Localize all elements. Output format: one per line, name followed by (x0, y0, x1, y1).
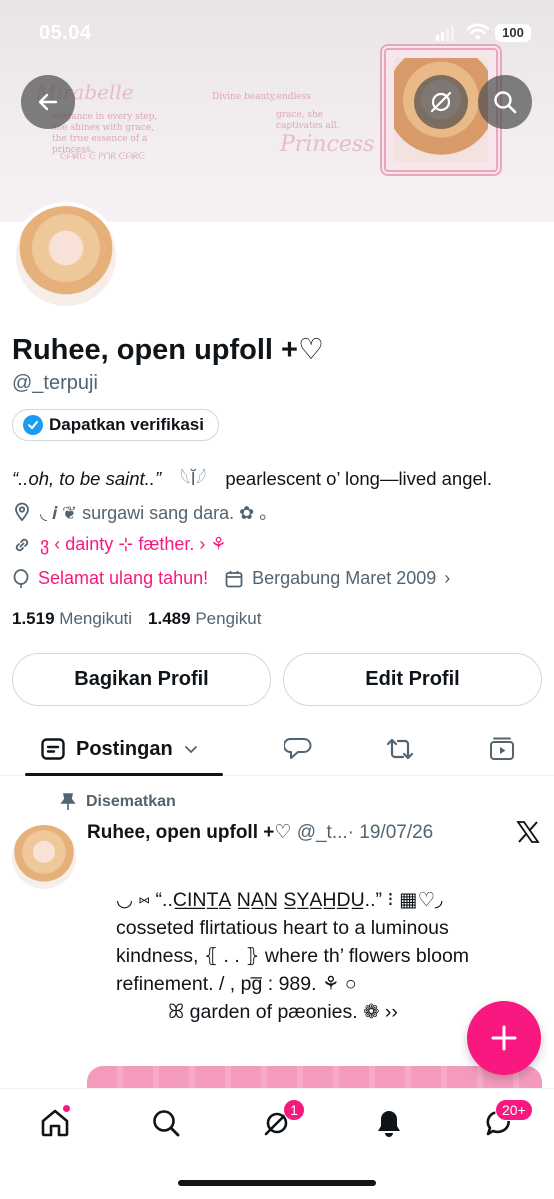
back-button[interactable] (21, 75, 75, 129)
reply-icon (284, 738, 312, 759)
bio-decoration-icon: 𓆩Ĭ𓆪 (180, 468, 207, 489)
profile-link[interactable]: ვ ‹ dainty ⊹ fæther. › ⚘ (12, 534, 227, 555)
follow-stats: 1.519 Mengikuti 1.489 Pengikut (12, 609, 262, 629)
banner-text: ᕮᗩᖇᕮ ᕮ ᑭᑎᖇ ᕮᗩᖇᕮ (60, 152, 145, 162)
joined-date: Bergabung Maret 2009 (252, 568, 437, 588)
battery-indicator: 100 (495, 24, 531, 42)
followers-link[interactable]: 1.489 Pengikut (148, 609, 261, 629)
compose-post-button[interactable] (467, 1001, 541, 1075)
repost-icon (386, 738, 414, 760)
nav-messages[interactable]: 20+ (479, 1099, 533, 1143)
profile-handle: @_terpuji (12, 372, 98, 394)
profile-tabs: Postingan (0, 722, 554, 776)
tab-reposts[interactable] (383, 732, 417, 766)
chevron-down-icon (184, 746, 197, 754)
post-author-name[interactable]: Ruhee, open upfoll +♡ (87, 822, 291, 843)
bell-icon (378, 1111, 400, 1137)
nav-home[interactable] (35, 1103, 75, 1143)
nav-search[interactable] (146, 1103, 186, 1143)
pinned-indicator: Disematkan (60, 793, 176, 811)
get-verified-button[interactable]: Dapatkan verifikasi (12, 409, 219, 441)
share-profile-button[interactable]: Bagikan Profil (12, 653, 271, 706)
profile-location: ◟ 𝒊 ❦ surgawi sang dara. ✿ 。 (12, 499, 277, 525)
messages-badge: 20+ (495, 1099, 533, 1121)
home-indicator (178, 1180, 376, 1186)
post-header: Ruhee, open upfoll +♡ @_t...· 19/07/26 (87, 821, 433, 844)
post-date: · 19/07/26 (347, 822, 434, 843)
banner-text: grace, she captivates all. (276, 110, 340, 131)
pinned-label: Disematkan (86, 793, 176, 810)
post-line: ◡ ⑅ “..C̲I̲N̲T̲A̲ N̲A̲N̲ S̲Y̲A̲H̲D̲U̲..”… (116, 889, 443, 911)
post-body: ◡ ⑅ “..C̲I̲N̲T̲A̲ N̲A̲N̲ S̲Y̲A̲H̲D̲U̲..”… (116, 886, 536, 1026)
link-icon (15, 538, 29, 551)
post-author-handle[interactable]: @_t... (297, 822, 348, 843)
status-bar: 05.04 100 (0, 0, 554, 64)
bio-quote: “..oh, to be saint..” (12, 468, 162, 489)
following-link[interactable]: 1.519 Mengikuti (12, 609, 132, 629)
profile-dates: Selamat ulang tahun! Bergabung Maret 200… (12, 568, 450, 589)
nav-grok[interactable]: 1 (257, 1099, 305, 1143)
status-time: 05.04 (39, 22, 92, 44)
tab-media[interactable] (485, 732, 519, 766)
search-button[interactable] (478, 75, 532, 129)
tab-posts[interactable]: Postingan (24, 722, 223, 776)
post-line: refinement. / , pg̅ : 989. ⚘ ○ (116, 973, 357, 995)
post-line: cosseted flirtatious heart to a luminous (116, 917, 449, 939)
search-icon (494, 91, 517, 114)
chevron-right-icon[interactable]: › (444, 568, 450, 589)
profile-name: Ruhee, open upfoll +♡ (12, 334, 324, 366)
posts-icon (41, 738, 65, 760)
nav-notifications[interactable] (369, 1103, 409, 1143)
balloon-icon (13, 568, 29, 588)
edit-profile-button[interactable]: Edit Profil (283, 653, 542, 706)
plus-icon (491, 1025, 517, 1051)
search-icon (153, 1110, 180, 1137)
birthday-text: Selamat ulang tahun! (38, 568, 209, 588)
location-pin-icon (15, 502, 29, 522)
get-verified-label: Dapatkan verifikasi (49, 415, 204, 434)
pin-icon (60, 793, 76, 810)
post-line: kindness, ⦃ . . ⦄ where th’ flowers bloo… (116, 945, 470, 967)
home-notification-dot (62, 1104, 71, 1113)
avatar-image (16, 206, 116, 306)
profile-avatar[interactable] (12, 202, 120, 310)
wifi-icon (466, 23, 490, 40)
active-tab-indicator (25, 773, 223, 776)
post-media-image[interactable] (87, 1066, 542, 1088)
bio-text: pearlescent o’ long—lived angel. (225, 468, 493, 489)
location-text: ◟ 𝒊 ❦ surgawi sang dara. ✿ 。 (40, 503, 278, 523)
verified-badge-icon (23, 415, 43, 435)
banner-text: Divine beauty,endless (212, 92, 311, 102)
calendar-icon (225, 570, 243, 587)
link-text[interactable]: ვ ‹ dainty ⊹ fæther. › ⚘ (40, 534, 227, 555)
tab-replies[interactable] (281, 732, 315, 766)
post-author-avatar[interactable] (12, 825, 76, 889)
grok-button[interactable] (414, 75, 468, 129)
arrow-left-icon (38, 93, 58, 111)
grok-icon (430, 91, 452, 113)
grok-badge: 1 (283, 1099, 305, 1121)
tab-posts-label: Postingan (76, 737, 173, 760)
video-icon (490, 737, 514, 760)
x-logo-icon (516, 821, 540, 843)
profile-bio: “..oh, to be saint..” 𓆩Ĭ𓆪 pearlescent o’… (12, 462, 492, 492)
cellular-signal-icon (436, 26, 454, 41)
